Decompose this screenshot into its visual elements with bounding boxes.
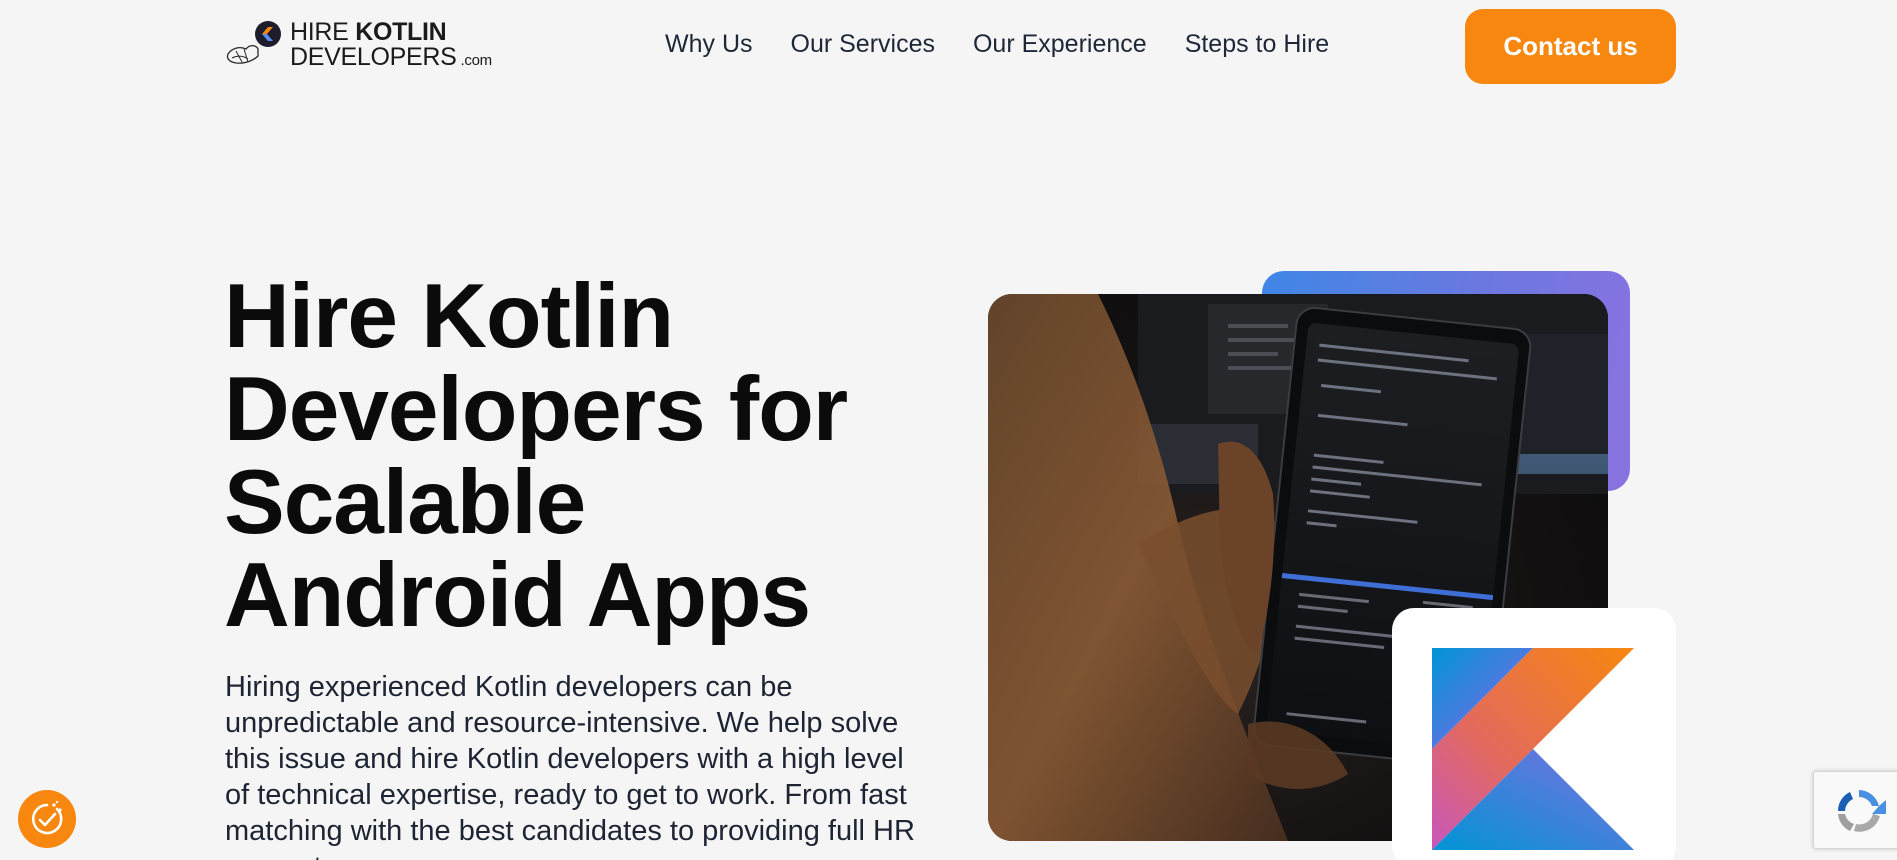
kotlin-logo-icon [1432, 648, 1634, 850]
recaptcha-badge[interactable] [1813, 771, 1897, 849]
nav-link-why-us[interactable]: Why Us [665, 30, 753, 59]
logo-line-1: HIRE KOTLIN [290, 20, 492, 45]
main-nav: Why Us Our Services Our Experience Steps… [665, 30, 1367, 59]
site-logo[interactable]: HIRE KOTLIN DEVELOPERS .com [224, 18, 492, 72]
logo-developers-text: DEVELOPERS [290, 43, 457, 71]
logo-kotlin-text: KOTLIN [355, 18, 447, 46]
cookie-settings-icon [31, 800, 63, 835]
page: HIRE KOTLIN DEVELOPERS .com Why Us Our Se… [0, 0, 1897, 860]
logo-line-2: DEVELOPERS .com [290, 45, 492, 70]
nav-link-our-experience[interactable]: Our Experience [973, 30, 1147, 59]
hero-description: Hiring experienced Kotlin developers can… [225, 671, 915, 860]
logo-wordmark: HIRE KOTLIN DEVELOPERS .com [290, 20, 492, 70]
hero-title: Hire Kotlin Developers for Scalable Andr… [224, 266, 848, 646]
nav-link-steps-to-hire[interactable]: Steps to Hire [1185, 30, 1330, 59]
contact-us-button[interactable]: Contact us [1465, 9, 1676, 84]
nav-link-our-services[interactable]: Our Services [791, 30, 935, 59]
site-header: HIRE KOTLIN DEVELOPERS .com Why Us Our Se… [0, 0, 1897, 92]
logo-mark-icon [224, 18, 284, 72]
logo-dotcom-text: .com [460, 52, 493, 69]
kotlin-logo-card [1392, 608, 1676, 860]
cookie-settings-button[interactable] [18, 790, 76, 848]
logo-hire-text: HIRE [290, 18, 356, 46]
recaptcha-icon [1838, 790, 1886, 832]
